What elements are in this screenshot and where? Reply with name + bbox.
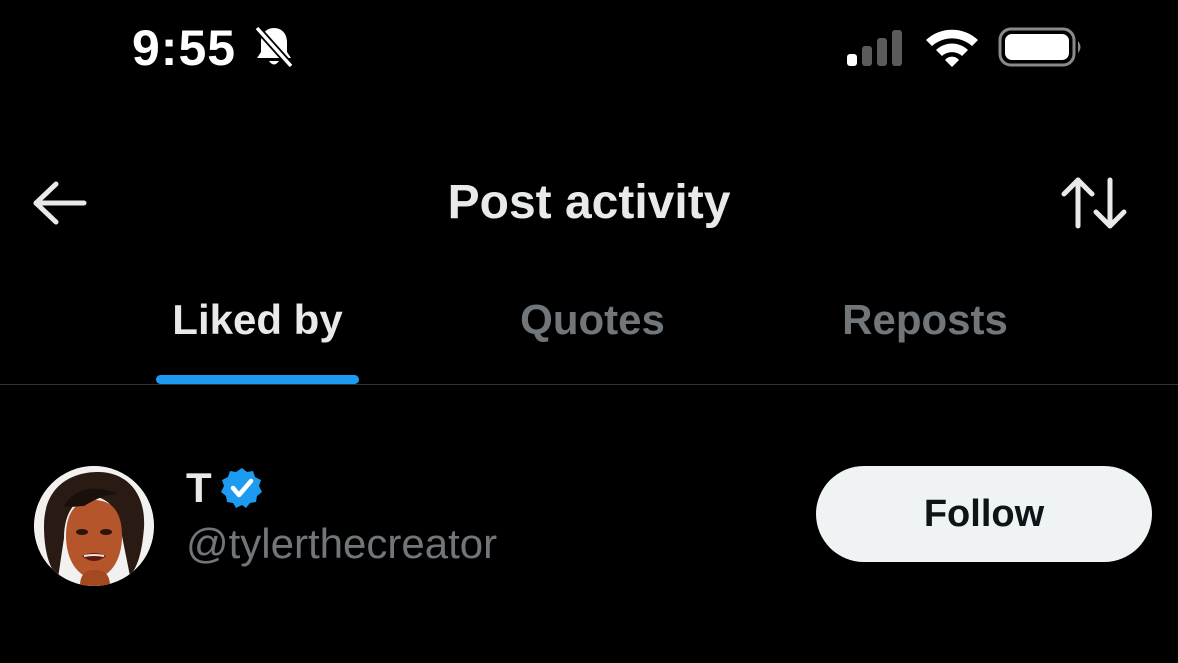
user-handle[interactable]: @tylerthecreator	[186, 518, 497, 570]
tab-liked-by[interactable]: Liked by	[130, 294, 385, 346]
user-display-name[interactable]: T	[186, 462, 212, 514]
avatar-image	[34, 466, 154, 586]
follow-button[interactable]: Follow	[816, 466, 1152, 562]
avatar[interactable]	[34, 466, 154, 586]
bell-slash-icon	[254, 25, 294, 69]
cellular-signal-icon	[847, 30, 902, 66]
screen: 9:55 Post activity Liked by Quotes Repos…	[0, 0, 1178, 663]
active-tab-indicator	[156, 375, 359, 384]
status-time: 9:55	[132, 20, 237, 76]
tabs-divider	[0, 384, 1178, 385]
verified-badge-icon	[221, 468, 262, 508]
battery-icon	[998, 27, 1081, 67]
tab-quotes[interactable]: Quotes	[470, 294, 715, 346]
wifi-icon	[926, 29, 978, 67]
sort-arrows-icon[interactable]	[1060, 174, 1128, 232]
tab-reposts[interactable]: Reposts	[800, 294, 1050, 346]
page-title: Post activity	[447, 176, 731, 229]
